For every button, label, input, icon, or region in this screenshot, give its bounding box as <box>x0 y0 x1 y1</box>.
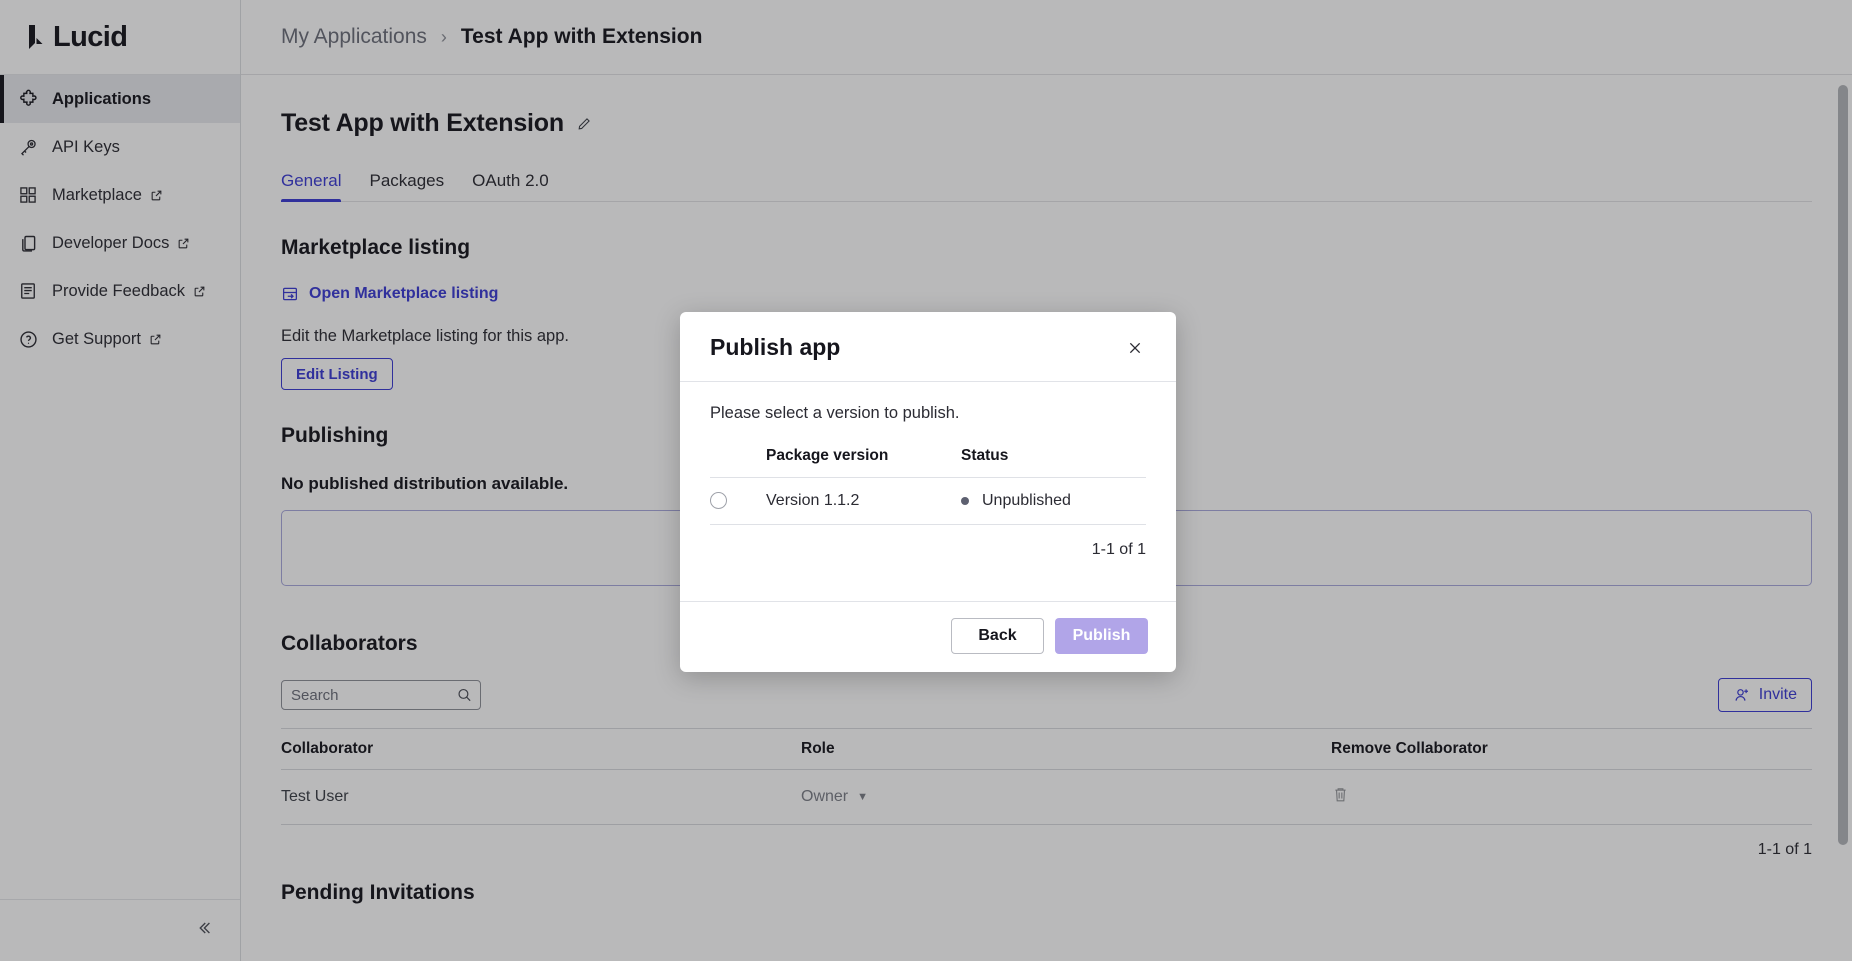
status-badge: Unpublished <box>961 492 1146 510</box>
version-radio-button[interactable] <box>710 492 727 510</box>
modal-footer: Back Publish <box>680 601 1176 672</box>
version-status-cell: Unpublished <box>961 477 1146 525</box>
publish-app-modal: Publish app Please select a version to p… <box>680 312 1176 672</box>
modal-pagination: 1-1 of 1 <box>1091 541 1146 558</box>
back-button[interactable]: Back <box>951 618 1044 654</box>
column-header-select <box>710 447 766 478</box>
version-table-head: Package version Status <box>710 447 1146 478</box>
modal-body: Please select a version to publish. Pack… <box>680 382 1176 601</box>
table-row: Version 1.1.2 Unpublished <box>710 477 1146 525</box>
close-icon[interactable] <box>1122 335 1148 361</box>
status-label: Unpublished <box>982 492 1071 509</box>
modal-title: Publish app <box>710 334 841 360</box>
column-header-package-version: Package version <box>766 447 961 478</box>
version-label-cell: Version 1.1.2 <box>766 477 961 525</box>
version-table-body: Version 1.1.2 Unpublished <box>710 477 1146 525</box>
app-root: Lucid Applications API Keys Marketplace … <box>0 0 1852 961</box>
modal-header: Publish app <box>680 312 1176 382</box>
status-dot-icon <box>961 497 969 505</box>
table-header-row: Package version Status <box>710 447 1146 478</box>
version-select-cell <box>710 477 766 525</box>
version-table: Package version Status Version 1.1.2 Unp… <box>710 447 1146 525</box>
modal-instruction: Please select a version to publish. <box>710 404 960 422</box>
publish-button[interactable]: Publish <box>1055 618 1148 654</box>
column-header-status: Status <box>961 447 1146 478</box>
